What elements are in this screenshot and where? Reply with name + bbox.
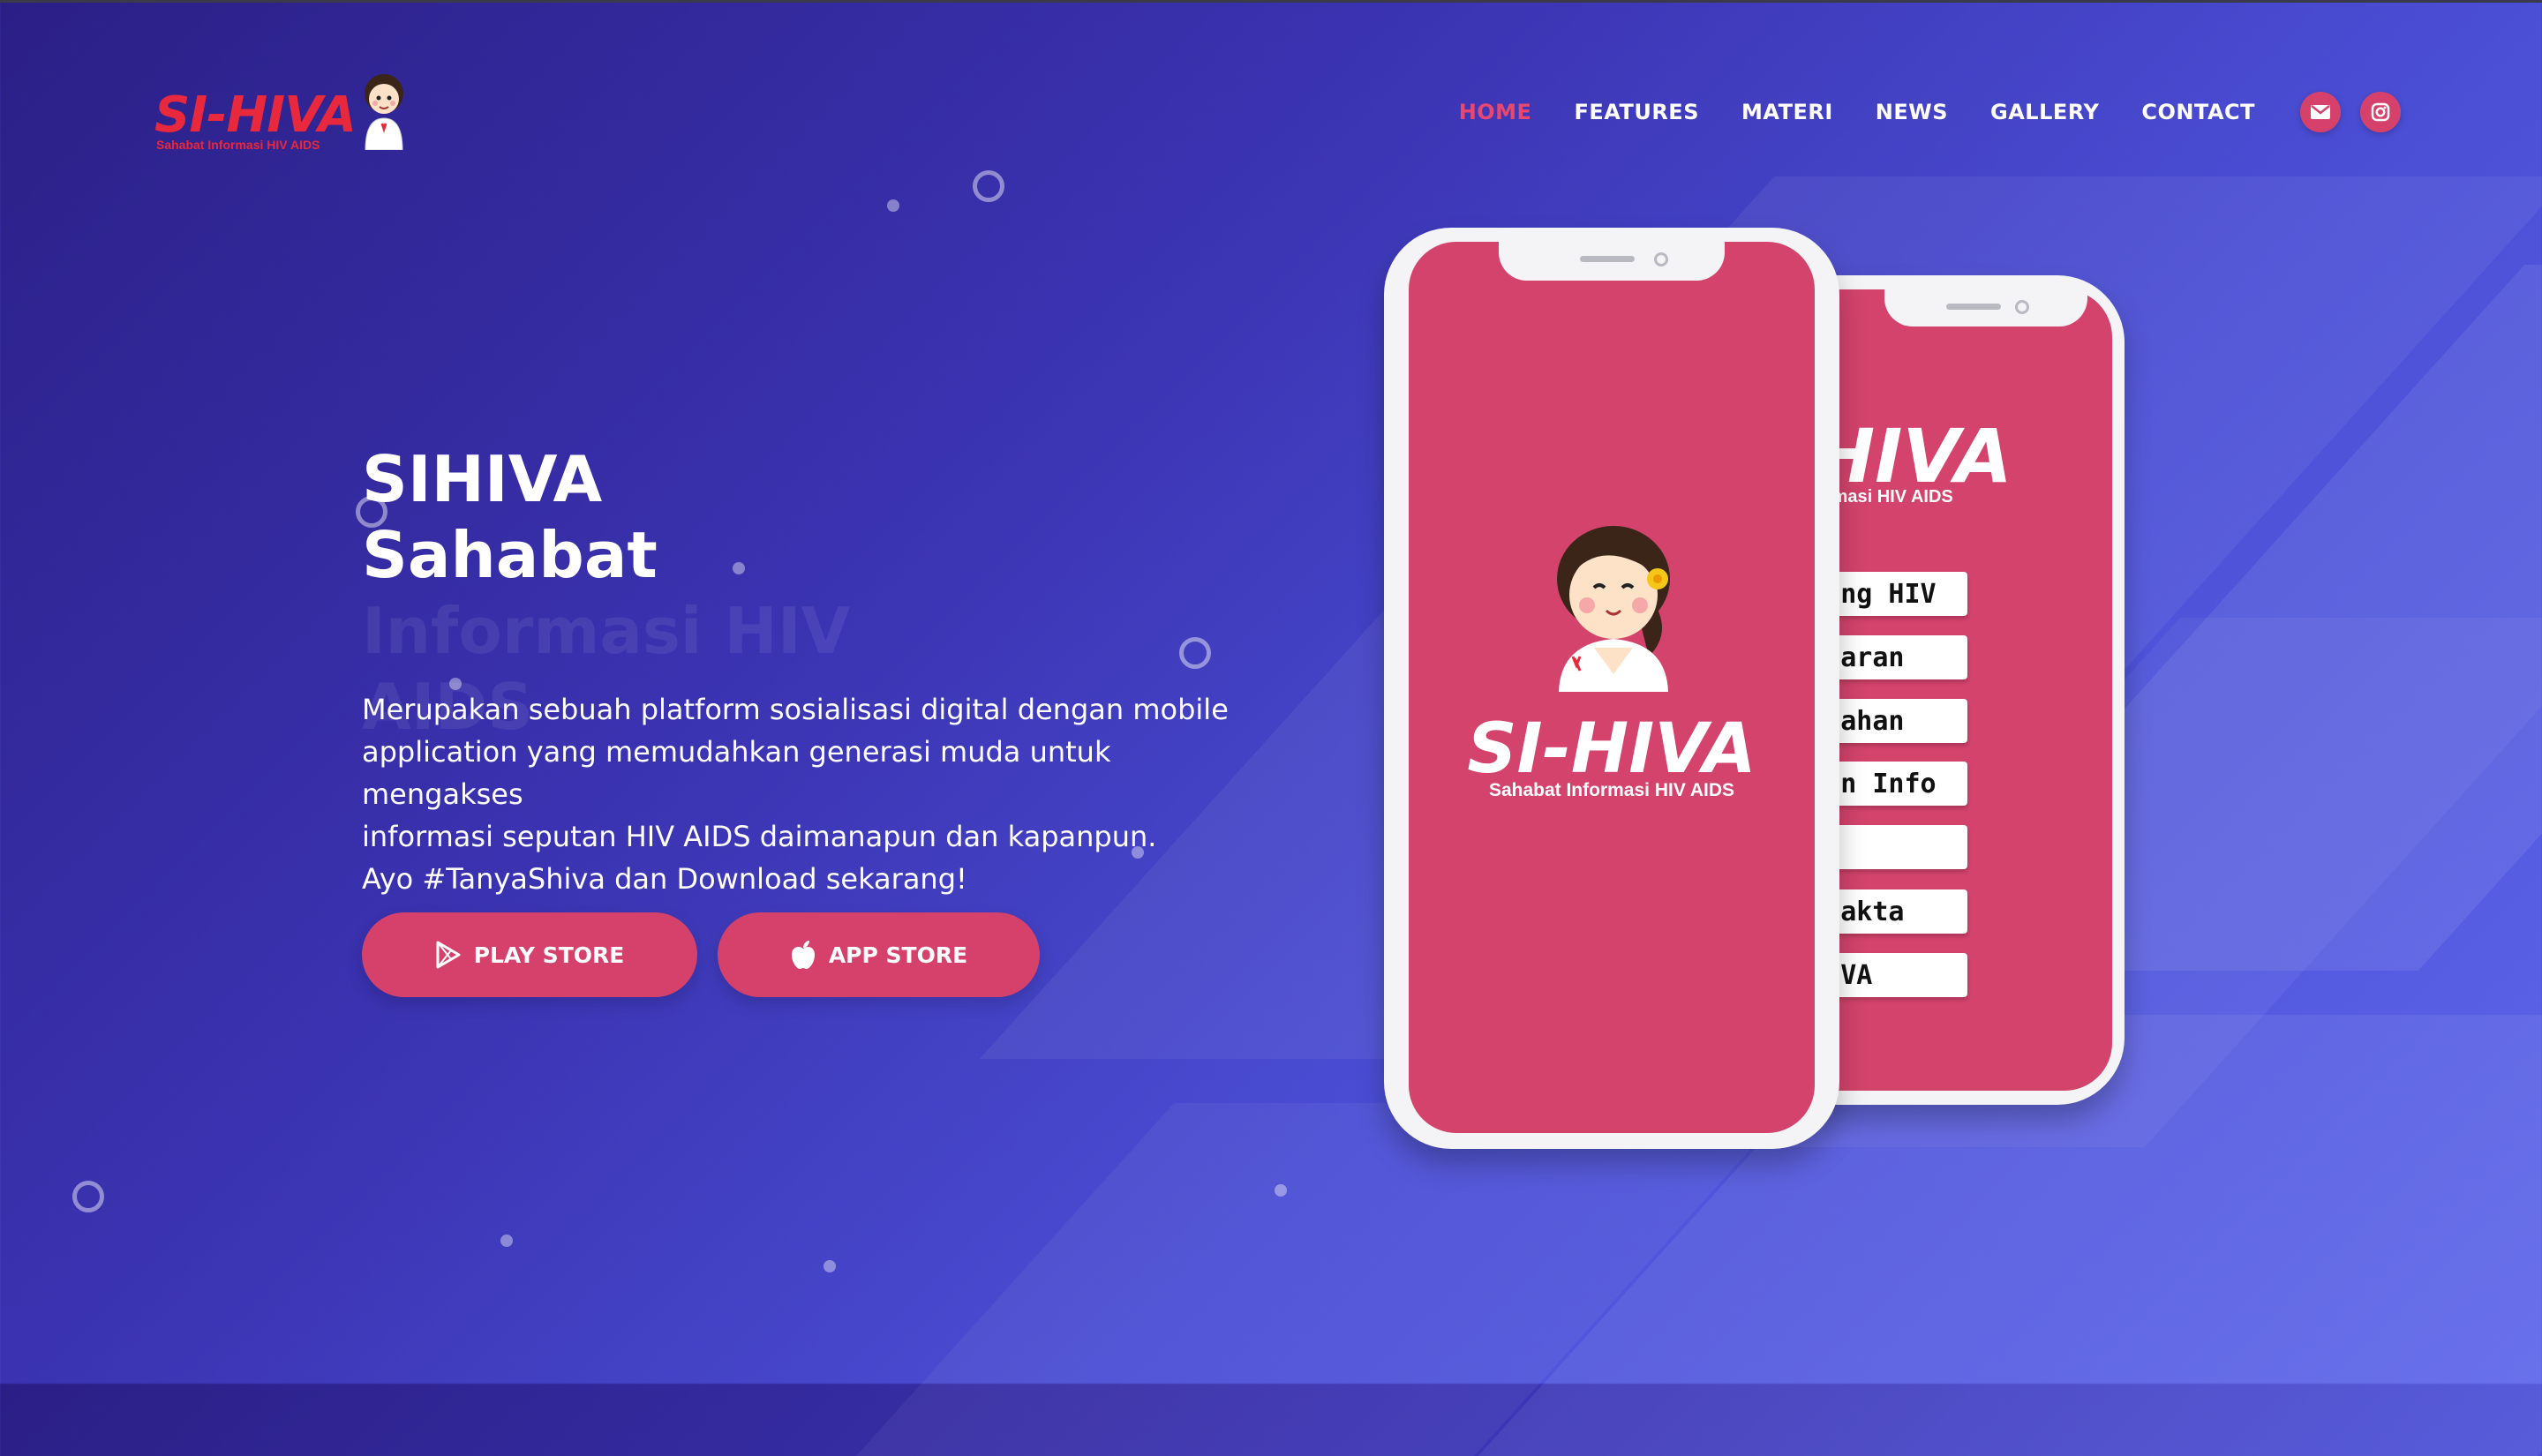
instagram-button[interactable] [2360,92,2401,132]
bg-ring [1179,637,1211,669]
phone-speaker [1946,304,2001,310]
nav-features[interactable]: FEATURES [1574,100,1699,124]
hero-description-line: application yang memudahkan generasi mud… [362,735,1111,811]
app-store-button[interactable]: APP STORE [718,912,1040,997]
hero-description-line: Merupakan sebuah platform sosialisasi di… [362,693,1229,726]
envelope-icon [2311,105,2330,119]
bg-dot [887,199,899,212]
nav-home[interactable]: HOME [1459,100,1532,124]
hero-description-line: informasi seputan HIV AIDS daimanapun da… [362,820,1157,853]
hero-title-line2: Sahabat [362,518,658,592]
email-button[interactable] [2300,92,2341,132]
bg-dot [500,1235,513,1247]
phone-notch [1499,240,1725,281]
app-title: SI-HIVA [1467,709,1756,789]
hero-title-line1: SIHIVA [362,442,603,516]
logo-text: SI-HIVA [154,86,357,144]
nav-materi[interactable]: MATERI [1741,100,1833,124]
phone-notch [1884,288,2087,326]
app-subtitle: Sahabat Informasi HIV AIDS [1488,780,1735,800]
mascot-illustration-icon [1557,526,1670,692]
mascot-icon [365,74,403,150]
phone-screen-front: SI-HIVA Sahabat Informasi HIV AIDS [1409,242,1815,1133]
site-logo[interactable]: SI-HIVA Sahabat Informasi HIV AIDS [154,69,419,157]
bg-ring [72,1181,104,1212]
hero-description-line: Ayo #TanyaShiva dan Download sekarang! [362,862,967,896]
main-nav: HOME FEATURES MATERI NEWS GALLERY CONTAC… [1459,100,2255,124]
play-store-button[interactable]: PLAY STORE [362,912,697,997]
instagram-icon [2371,102,2390,122]
nav-contact[interactable]: CONTACT [2141,100,2255,124]
app-store-label: APP STORE [828,942,968,968]
phone-mockup-front: SI-HIVA Sahabat Informasi HIV AIDS [1384,228,1839,1149]
nav-gallery[interactable]: GALLERY [1990,100,2099,124]
bg-dot [824,1260,836,1272]
social-links [2300,92,2401,132]
apple-icon [791,941,815,969]
top-border [0,0,2542,3]
nav-news[interactable]: NEWS [1876,100,1948,124]
play-store-label: PLAY STORE [473,942,625,968]
bg-dot [1275,1184,1287,1197]
bg-ring [973,170,1004,202]
play-store-icon [436,941,461,969]
phone-speaker [1580,256,1635,262]
phone-camera [1654,252,1668,266]
hero-description: Merupakan sebuah platform sosialisasi di… [362,688,1262,900]
phone-camera [2015,300,2029,314]
logo-tagline: Sahabat Informasi HIV AIDS [156,138,320,152]
